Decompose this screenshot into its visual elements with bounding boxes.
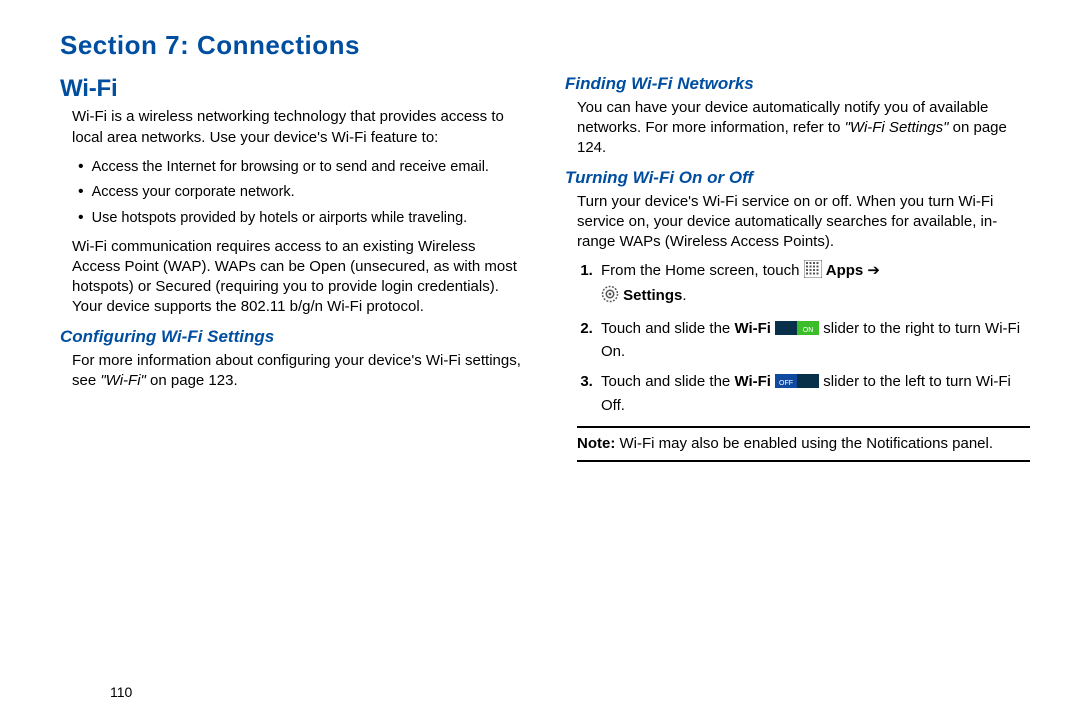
apps-grid-icon — [804, 260, 822, 284]
note-label: Note: — [577, 435, 615, 452]
cross-ref: "Wi-Fi Settings" — [845, 119, 949, 136]
list-item: Use hotspots provided by hotels or airpo… — [78, 207, 525, 229]
section-title: Section 7: Connections — [60, 30, 1030, 61]
right-column: Finding Wi-Fi Networks You can have your… — [565, 73, 1030, 468]
text: From the Home screen, touch — [601, 262, 804, 279]
configuring-heading: Configuring Wi-Fi Settings — [60, 326, 525, 349]
step-item: Touch and slide the Wi-Fi ON slider to t… — [597, 319, 1030, 363]
apps-label: Apps — [826, 262, 864, 279]
wifi-label: Wi-Fi — [734, 373, 775, 390]
wifi-label: Wi-Fi — [734, 320, 775, 337]
text: . — [682, 287, 686, 304]
content-columns: Wi-Fi Wi-Fi is a wireless networking tec… — [60, 73, 1030, 468]
wifi-intro: Wi-Fi is a wireless networking technolog… — [72, 107, 525, 148]
configuring-body: For more information about configuring y… — [72, 351, 525, 392]
svg-text:ON: ON — [803, 327, 814, 334]
text: Touch and slide the — [601, 373, 734, 390]
list-item: Access the Internet for browsing or to s… — [78, 156, 525, 178]
svg-text:OFF: OFF — [779, 380, 793, 387]
turning-body: Turn your device's Wi-Fi service on or o… — [577, 192, 1030, 253]
text: on page 123. — [146, 372, 238, 389]
slider-on-icon: ON — [775, 320, 819, 342]
note-text: Wi-Fi may also be enabled using the Noti… — [615, 435, 993, 452]
finding-body: You can have your device automatically n… — [577, 98, 1030, 159]
slider-off-icon: OFF — [775, 373, 819, 395]
wifi-feature-list: Access the Internet for browsing or to s… — [78, 156, 525, 229]
turning-heading: Turning Wi-Fi On or Off — [565, 167, 1030, 190]
page-number: 110 — [110, 684, 132, 700]
step-item: Touch and slide the Wi-Fi OFF slider to … — [597, 372, 1030, 416]
steps-list: From the Home screen, touch — [577, 260, 1030, 416]
left-column: Wi-Fi Wi-Fi is a wireless networking tec… — [60, 73, 525, 468]
note-block: Note: Wi-Fi may also be enabled using th… — [577, 434, 1030, 454]
wifi-wap-info: Wi-Fi communication requires access to a… — [72, 237, 525, 318]
divider — [577, 460, 1030, 462]
finding-heading: Finding Wi-Fi Networks — [565, 73, 1030, 96]
list-item: Access your corporate network. — [78, 181, 525, 203]
settings-gear-icon — [601, 285, 619, 309]
cross-ref: "Wi-Fi" — [100, 372, 146, 389]
settings-label: Settings — [623, 287, 682, 304]
step-item: From the Home screen, touch — [597, 260, 1030, 309]
wifi-heading: Wi-Fi — [60, 73, 525, 105]
text: Touch and slide the — [601, 320, 734, 337]
arrow: ➔ — [863, 262, 880, 279]
divider — [577, 426, 1030, 428]
